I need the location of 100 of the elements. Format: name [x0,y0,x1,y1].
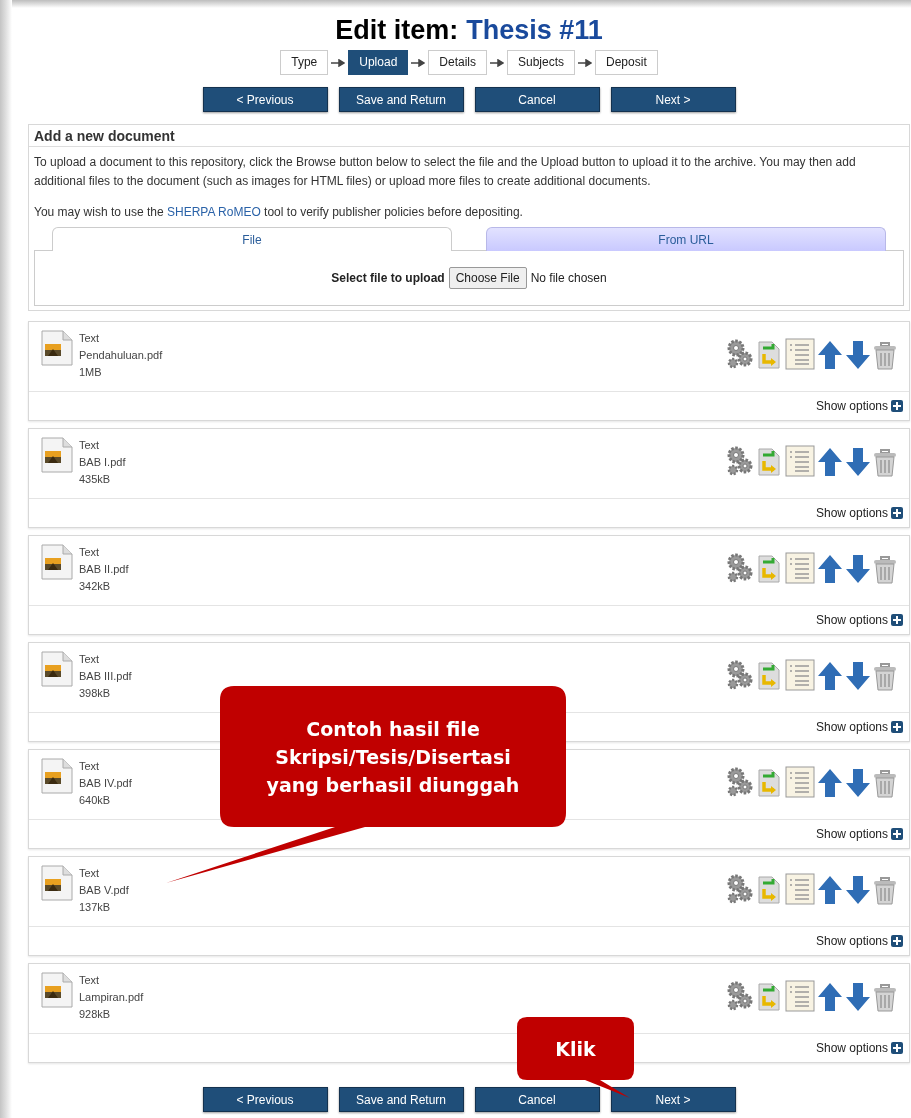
up-arrow-icon[interactable] [817,982,843,1012]
show-options-link[interactable]: Show options [815,504,903,522]
gears-icon[interactable] [725,659,755,691]
nav-button[interactable]: Save and Return [338,87,464,112]
document-type: Text [79,866,101,881]
romeo-link[interactable]: SHERPA RoMEO [166,205,261,219]
trash-icon[interactable] [873,768,897,798]
arrow-icon [331,58,346,67]
step-tab[interactable]: Subjects [507,50,576,75]
gears-icon[interactable] [725,445,755,477]
up-arrow-icon[interactable] [817,340,843,370]
file-size: 398kB [79,686,112,701]
document-type: Text [79,973,101,988]
arrow-icon [411,58,426,67]
up-arrow-icon[interactable] [817,554,843,584]
trash-icon[interactable] [873,982,897,1012]
up-arrow-icon[interactable] [817,661,843,691]
callout-text: Klik [555,1036,596,1062]
plus-icon [891,1042,903,1054]
file-size: 137kB [79,900,112,915]
file-name: BAB I.pdf [79,455,126,470]
show-options-link[interactable]: Show options [815,825,903,843]
show-options-link[interactable]: Show options [815,397,903,415]
plus-icon [891,721,903,733]
trash-icon[interactable] [873,447,897,477]
gears-icon[interactable] [725,873,755,905]
nav-button[interactable]: Cancel [474,1087,600,1112]
document-type: Text [79,545,101,560]
convert-document-icon[interactable] [757,447,783,477]
down-arrow-icon[interactable] [845,447,871,477]
show-options-link[interactable]: Show options [815,611,903,629]
nav-button[interactable]: Save and Return [338,1087,464,1112]
arrow-icon [578,58,593,67]
convert-document-icon[interactable] [757,875,783,905]
document-type: Text [79,652,101,667]
up-arrow-icon[interactable] [817,875,843,905]
file-size: 640kB [79,793,112,808]
step-tab[interactable]: Details [428,50,487,75]
nav-button[interactable]: Next > [610,1087,736,1112]
romeo-text: You may wish to use the SHERPA RoMEO tool to verify publisher policies before depositing. [34,204,524,221]
file-size: 928kB [79,1007,112,1022]
nav-button[interactable]: Next > [610,87,736,112]
source-tab[interactable]: From URL [486,227,886,251]
document-icon [41,972,73,1008]
convert-document-icon[interactable] [757,340,783,370]
nav-button[interactable]: Cancel [474,87,600,112]
file-name: BAB III.pdf [79,669,132,684]
source-tab[interactable]: File [52,227,452,251]
gears-icon[interactable] [725,980,755,1012]
file-name: Lampiran.pdf [79,990,144,1005]
down-arrow-icon[interactable] [845,875,871,905]
up-arrow-icon[interactable] [817,768,843,798]
document-icon [41,437,73,473]
document-icon [41,865,73,901]
up-arrow-icon[interactable] [817,447,843,477]
document-icon [41,651,73,687]
panel-heading: Add a new document [34,128,175,144]
gears-icon[interactable] [725,338,755,370]
down-arrow-icon[interactable] [845,554,871,584]
file-size: 435kB [79,472,112,487]
item-name: Thesis #11 [466,14,603,46]
convert-document-icon[interactable] [757,554,783,584]
plus-icon [891,507,903,519]
plus-icon [891,828,903,840]
convert-document-icon[interactable] [757,982,783,1012]
show-options-link[interactable]: Show options [815,1039,903,1057]
trash-icon[interactable] [873,875,897,905]
nav-button[interactable]: < Previous [202,87,328,112]
show-options-link[interactable]: Show options [815,718,903,736]
callout-text: Contoh hasil file Skripsi/Tesis/Disertasi yang berhasil diunggah [266,716,520,798]
step-tab[interactable]: Type [280,50,329,75]
plus-icon [891,935,903,947]
down-arrow-icon[interactable] [845,661,871,691]
document-icon [41,544,73,580]
gears-icon[interactable] [725,552,755,584]
page-title: Edit item: [335,14,459,46]
document-type: Text [79,331,101,346]
step-tab[interactable]: Upload [348,50,409,75]
document-type: Text [79,438,101,453]
convert-document-icon[interactable] [757,768,783,798]
down-arrow-icon[interactable] [845,340,871,370]
show-options-link[interactable]: Show options [815,932,903,950]
file-name: BAB V.pdf [79,883,129,898]
trash-icon[interactable] [873,661,897,691]
plus-icon [891,614,903,626]
gears-icon[interactable] [725,766,755,798]
trash-icon[interactable] [873,554,897,584]
nav-button[interactable]: < Previous [202,1087,328,1112]
file-status: No file chosen [530,270,607,287]
trash-icon[interactable] [873,340,897,370]
convert-document-icon[interactable] [757,661,783,691]
file-label: Select file to upload [331,270,445,287]
file-size: 1MB [79,365,103,380]
document-type: Text [79,759,101,774]
choose-file-button[interactable]: Choose File [448,267,527,289]
file-name: BAB II.pdf [79,562,129,577]
step-tab[interactable]: Deposit [595,50,658,75]
down-arrow-icon[interactable] [845,768,871,798]
down-arrow-icon[interactable] [845,982,871,1012]
document-icon [41,758,73,794]
